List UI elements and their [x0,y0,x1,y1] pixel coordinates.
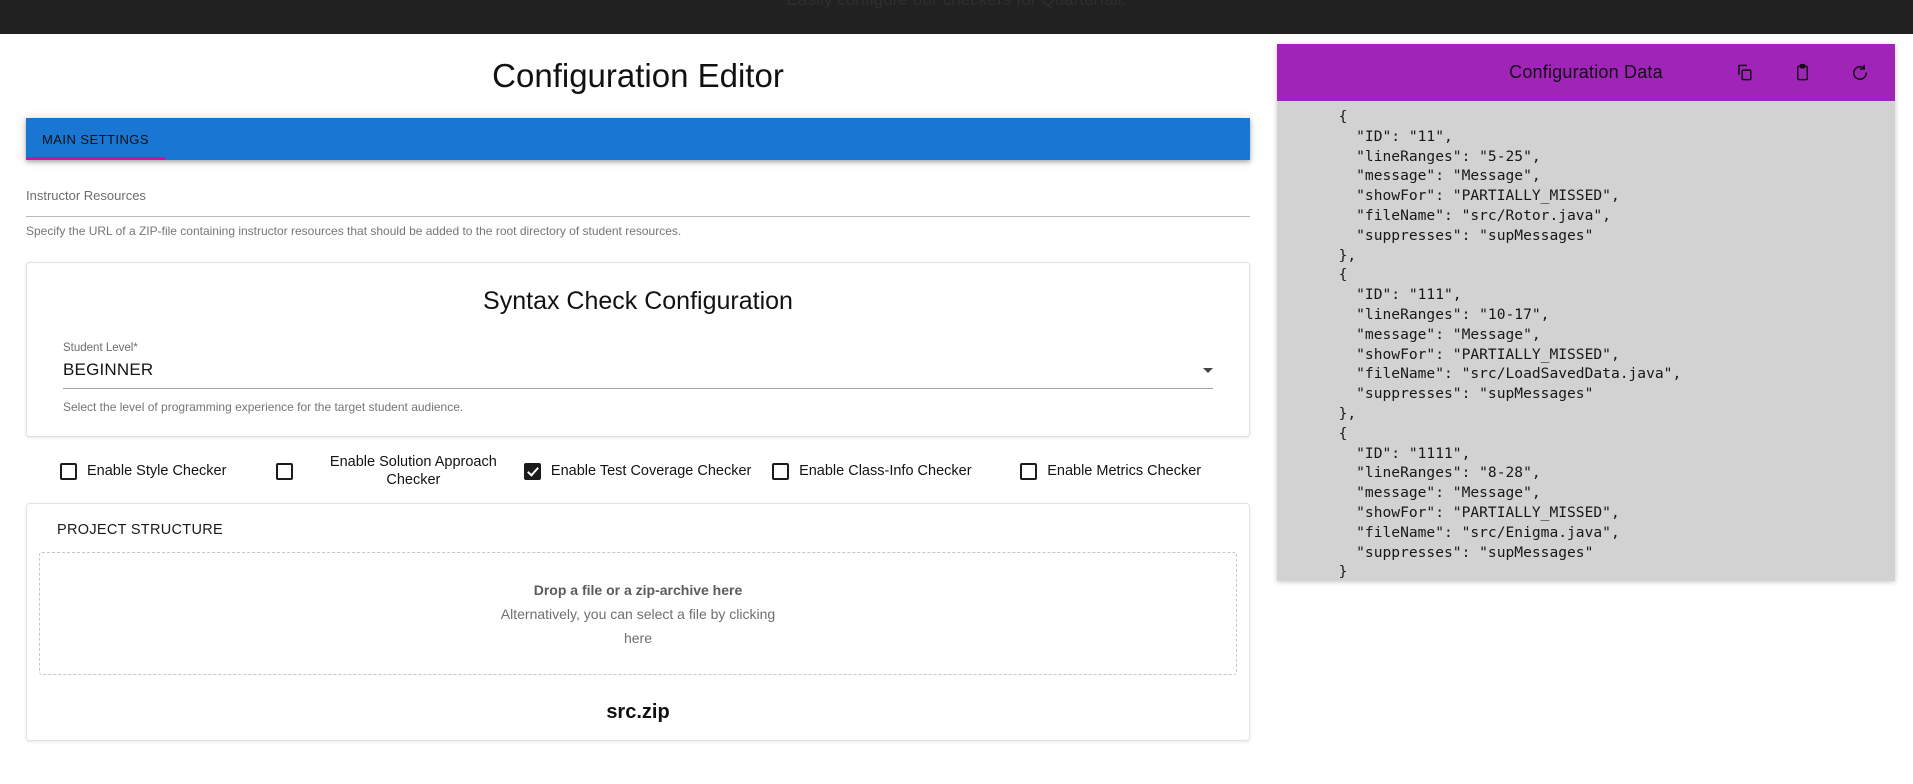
project-structure-title: PROJECT STRUCTURE [57,522,223,538]
file-dropzone[interactable]: Drop a file or a zip-archive here Altern… [39,552,1237,675]
copy-icon[interactable] [1733,62,1755,84]
student-level-select[interactable]: BEGINNER [63,356,1213,389]
checkbox-class-info-checker[interactable]: Enable Class-Info Checker [772,462,1020,480]
tab-main-settings-label: MAIN SETTINGS [42,131,149,147]
tab-bar: MAIN SETTINGS [26,118,1250,160]
checkbox-solution-approach-checker-box[interactable] [275,462,293,480]
required-marker: * [133,342,138,354]
configuration-data-panel: Configuration Data {"ID": "11", "lineRa… [1277,44,1895,581]
clipboard-icon[interactable] [1791,62,1813,84]
checkbox-metrics-checker[interactable]: Enable Metrics Checker [1020,462,1236,480]
checkbox-style-checker-label: Enable Style Checker [87,463,227,479]
checkbox-test-coverage-checker[interactable]: Enable Test Coverage Checker [523,462,772,480]
instructor-resources-field[interactable]: Instructor Resources Specify the URL of … [26,186,1250,240]
configuration-data-actions [1733,44,1871,101]
checkbox-metrics-checker-label: Enable Metrics Checker [1047,463,1202,479]
dropzone-primary-text: Drop a file or a zip-archive here [533,581,743,598]
syntax-check-title: Syntax Check Configuration [483,287,793,315]
student-level-value: BEGINNER [63,360,154,379]
checker-toggles: Enable Style Checker Enable Solution App… [26,453,1250,489]
tab-main-settings[interactable]: MAIN SETTINGS [26,118,169,160]
checkbox-test-coverage-checker-label: Enable Test Coverage Checker [550,463,752,479]
student-level-label: Student Level* [63,340,1213,356]
page-title: Configuration Editor [492,57,784,94]
top-banner: Easily configure our checkers for Quarte… [0,0,1913,34]
configuration-json: { "ID": "11", "lineRanges": "5-25", "mes… [1338,108,1682,581]
configuration-data-title: Configuration Data [1509,62,1663,82]
syntax-check-card: Syntax Check Configuration Student Level… [26,262,1250,437]
checkbox-style-checker[interactable]: Enable Style Checker [60,462,276,480]
instructor-resources-hint: Specify the URL of a ZIP-file containing… [26,224,682,238]
project-structure-card: PROJECT STRUCTURE Drop a file or a zip-a… [26,503,1250,741]
configuration-data-body[interactable]: { "ID": "11", "lineRanges": "5-25", "mes… [1277,101,1895,581]
checkbox-class-info-checker-box[interactable] [772,462,790,480]
checkbox-metrics-checker-box[interactable] [1020,462,1038,480]
page-content: Configuration Editor MAIN SETTINGS Instr… [0,34,1913,784]
checkbox-class-info-checker-label: Enable Class-Info Checker [799,463,972,479]
student-level-hint: Select the level of programming experien… [63,400,464,414]
instructor-resources-label: Instructor Resources [26,188,146,203]
dropzone-secondary-text: Alternatively, you can select a file by … [500,605,776,646]
checkbox-solution-approach-checker[interactable]: Enable Solution Approach Checker [275,453,524,489]
banner-tagline: Easily configure our checkers for Quarte… [0,0,1913,10]
instructor-resources-underline [26,216,1250,217]
student-level-label-text: Student Level [63,342,134,354]
tab-active-indicator [26,157,165,160]
syntax-check-body: Student Level* BEGINNER Select the level… [27,326,1249,436]
configuration-data-header: Configuration Data [1277,44,1895,101]
editor-column: Configuration Editor MAIN SETTINGS Instr… [26,34,1250,741]
uploaded-file-name: src.zip [606,701,670,723]
checkbox-style-checker-box[interactable] [60,462,77,480]
chevron-down-icon [1203,367,1213,373]
checkbox-test-coverage-checker-box[interactable] [523,462,541,480]
checkbox-solution-approach-checker-label: Enable Solution Approach Checker [329,454,497,488]
refresh-icon[interactable] [1849,62,1871,84]
